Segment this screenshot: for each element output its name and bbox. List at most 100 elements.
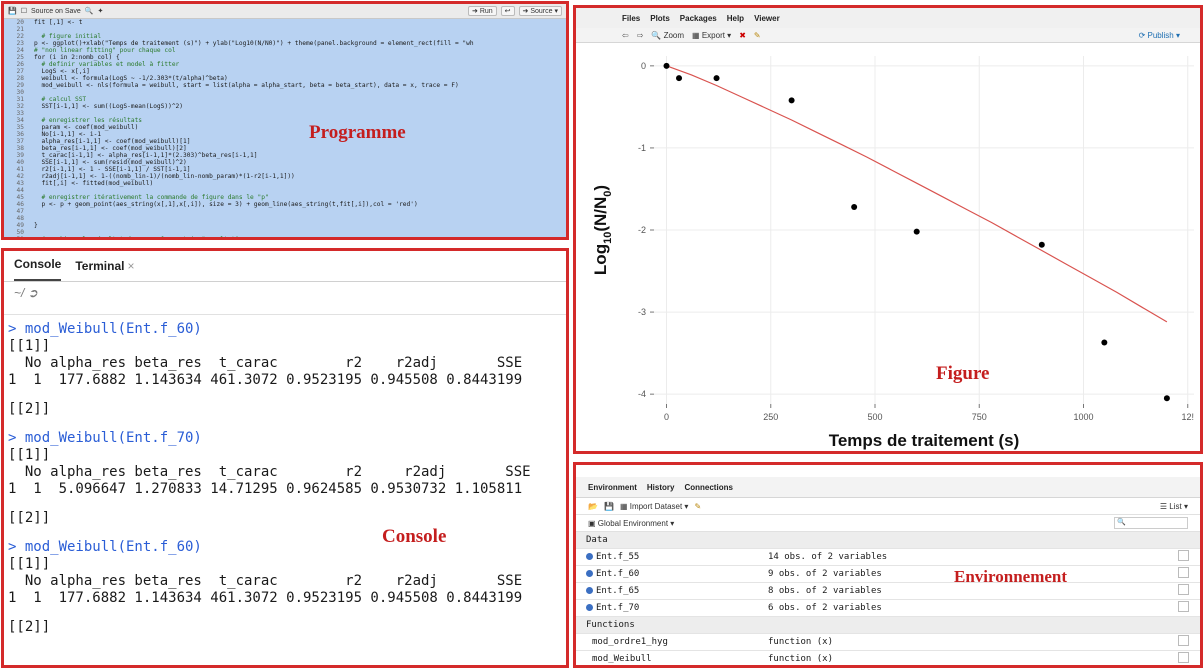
source-on-save-checkbox[interactable]: ☐ (21, 7, 27, 15)
tab-terminal[interactable]: Terminal × (75, 259, 134, 281)
code-line[interactable]: 51 # combiner le résultat dans un même m… (4, 236, 566, 237)
line-number: 41 (16, 166, 24, 173)
code-line[interactable]: 41 r2[i-1,1] <- 1 - SSE[i-1,1] / SST[i-1… (4, 166, 566, 173)
code-line[interactable]: 34 # enregistrer les résultats (4, 117, 566, 124)
env-row[interactable]: mod_ordre1_hyg function (x) (576, 633, 1200, 651)
scope-selector[interactable]: ▣ Global Environment ▾ (588, 519, 674, 528)
back-arrow-icon[interactable]: ⇦ (622, 31, 629, 40)
code-line[interactable]: 23 p <- ggplot()+xlab("Temps de traitemen… (4, 40, 566, 47)
expand-icon[interactable] (586, 553, 593, 560)
source-on-save-label[interactable]: Source on Save (31, 8, 81, 15)
tab-history[interactable]: History (647, 483, 675, 492)
view-data-icon[interactable] (1178, 601, 1189, 612)
env-var-name[interactable]: Ent.f_55 (576, 548, 758, 566)
view-data-icon[interactable] (1178, 567, 1189, 578)
code-line[interactable]: 29 mod_weibull <- nls(formula = weibull,… (4, 82, 566, 89)
line-text: fit [,1] <- t (34, 19, 83, 26)
code-line[interactable]: 27 LogS <- x[,i] (4, 68, 566, 75)
env-row[interactable]: mod_Weibull function (x) (576, 650, 1200, 665)
code-line[interactable]: 35 param <- coef(mod_weibull) (4, 124, 566, 131)
search-icon[interactable]: 🔍 (85, 7, 94, 15)
view-data-icon[interactable] (1178, 550, 1189, 561)
env-row[interactable]: Ent.f_65 8 obs. of 2 variables (576, 582, 1200, 600)
search-input[interactable]: 🔍 (1114, 517, 1188, 529)
tab-packages[interactable]: Packages (680, 14, 717, 23)
env-row[interactable]: Ent.f_60 9 obs. of 2 variables (576, 565, 1200, 583)
env-var-name[interactable]: Ent.f_70 (576, 599, 758, 617)
line-text: p <- p + geom_point(aes_string(x[,1],x[,… (34, 201, 418, 208)
line-text: # enregistrer itérativement la commande … (34, 194, 269, 201)
code-line[interactable]: 38 beta_res[i-1,1] <- coef(mod_weibull)[… (4, 145, 566, 152)
env-var-name[interactable]: Ent.f_60 (576, 565, 758, 583)
broom-icon[interactable]: ✎ (754, 31, 761, 40)
code-line[interactable]: 46 p <- p + geom_point(aes_string(x[,1],… (4, 201, 566, 208)
goto-dir-icon[interactable]: ➲ (28, 286, 38, 300)
env-row[interactable]: Ent.f_55 14 obs. of 2 variables (576, 548, 1200, 566)
code-line[interactable]: 45 # enregistrer itérativement la comman… (4, 194, 566, 201)
code-line[interactable]: 24 # "non linear fitting" pour chaque col (4, 47, 566, 54)
code-line[interactable]: 32 SST[i-1,1] <- sum((LogS-mean(LogS))^2… (4, 103, 566, 110)
view-data-icon[interactable] (1178, 584, 1189, 595)
tab-environment[interactable]: Environment (588, 483, 637, 492)
tab-viewer[interactable]: Viewer (754, 14, 780, 23)
env-var-name[interactable]: mod_Weibull (576, 650, 758, 665)
code-line[interactable]: 43 fit[,i] <- fitted(mod_weibull) (4, 180, 566, 187)
save-icon[interactable]: 💾 (604, 502, 614, 511)
list-view-button[interactable]: ☰ List ▾ (1160, 502, 1188, 511)
code-line[interactable]: 30 (4, 89, 566, 96)
view-data-icon[interactable] (1178, 635, 1189, 646)
code-line[interactable]: 39 t_carac[i-1,1] <- alpha_res[i-1,1]*(2… (4, 152, 566, 159)
expand-icon[interactable] (586, 570, 593, 577)
import-dataset-button[interactable]: ▦ Import Dataset ▾ (620, 502, 689, 511)
var-name-text: Ent.f_55 (596, 552, 640, 562)
zoom-button[interactable]: 🔍 Zoom (651, 31, 684, 40)
source-button[interactable]: ➜ Source ▾ (518, 6, 562, 16)
env-var-name[interactable]: Ent.f_65 (576, 582, 758, 600)
rerun-button[interactable]: ↩ (500, 6, 515, 16)
tab-plots[interactable]: Plots (650, 14, 670, 23)
save-icon[interactable]: 💾 (8, 7, 17, 15)
forward-arrow-icon[interactable]: ⇨ (637, 31, 644, 40)
broom-icon[interactable]: ✎ (694, 502, 701, 511)
code-line[interactable]: 49} (4, 222, 566, 229)
code-line[interactable]: 21 (4, 26, 566, 33)
code-line[interactable]: 22 # figure initial (4, 33, 566, 40)
view-data-icon[interactable] (1178, 652, 1189, 663)
code-line[interactable]: 26 # definir variables et model à fitter (4, 61, 566, 68)
code-line[interactable]: 25 for (i in 2:nomb_col) { (4, 54, 566, 61)
tab-connections[interactable]: Connections (684, 483, 732, 492)
code-line[interactable]: 40 SSE[i-1,1] <- sum(resid(mod_weibull)^… (4, 159, 566, 166)
code-line[interactable]: 28 weibull <- formula(LogS ~ -1/2.303*(t… (4, 75, 566, 82)
code-line[interactable]: 48 (4, 215, 566, 222)
expand-icon[interactable] (586, 587, 593, 594)
code-line[interactable]: 36 No[i-1,1] <- i-1 (4, 131, 566, 138)
export-button[interactable]: ▦ Export ▾ (692, 31, 731, 40)
x-tick-label: 250 (763, 412, 778, 422)
tab-console[interactable]: Console (14, 257, 62, 281)
code-line[interactable]: 31 # calcul SST (4, 96, 566, 103)
tab-files[interactable]: Files (622, 14, 640, 23)
code-line[interactable]: 42 r2adj[i-1,1] <- 1-((nomb_lin-1)/(nomb… (4, 173, 566, 180)
env-row[interactable]: Ent.f_70 6 obs. of 2 variables (576, 599, 1200, 617)
line-text: for (i in 2:nomb_col) { (34, 54, 120, 61)
line-text: # enregistrer les résultats (34, 117, 143, 124)
publish-button[interactable]: ⟳ Publish ▾ (1139, 31, 1180, 40)
code-line[interactable]: 37 alpha_res[i-1,1] <- coef(mod_weibull)… (4, 138, 566, 145)
code-editor[interactable]: 20 fit [,1] <- t 21 22 # figure initial 23 p … (4, 19, 566, 237)
open-folder-icon[interactable]: 📂 (588, 502, 598, 511)
wand-icon[interactable]: ✦ (98, 7, 104, 15)
code-line[interactable]: 47 (4, 208, 566, 215)
close-icon[interactable]: × (127, 259, 134, 273)
remove-plot-icon[interactable]: ✖ (739, 31, 746, 40)
console-output[interactable]: > mod_Weibull(Ent.f_60) [[1]] No alpha_re… (4, 315, 566, 636)
code-line[interactable]: 33 (4, 110, 566, 117)
line-number: 47 (16, 208, 24, 215)
env-var-name[interactable]: mod_ordre1_hyg (576, 633, 758, 651)
tab-help[interactable]: Help (727, 14, 744, 23)
run-button[interactable]: ➜ Run (468, 6, 497, 16)
code-line[interactable]: 20 fit [,1] <- t (4, 19, 566, 26)
code-line[interactable]: 50 (4, 229, 566, 236)
line-text: # definir variables et model à fitter (34, 61, 180, 68)
expand-icon[interactable] (586, 604, 593, 611)
code-line[interactable]: 44 (4, 187, 566, 194)
